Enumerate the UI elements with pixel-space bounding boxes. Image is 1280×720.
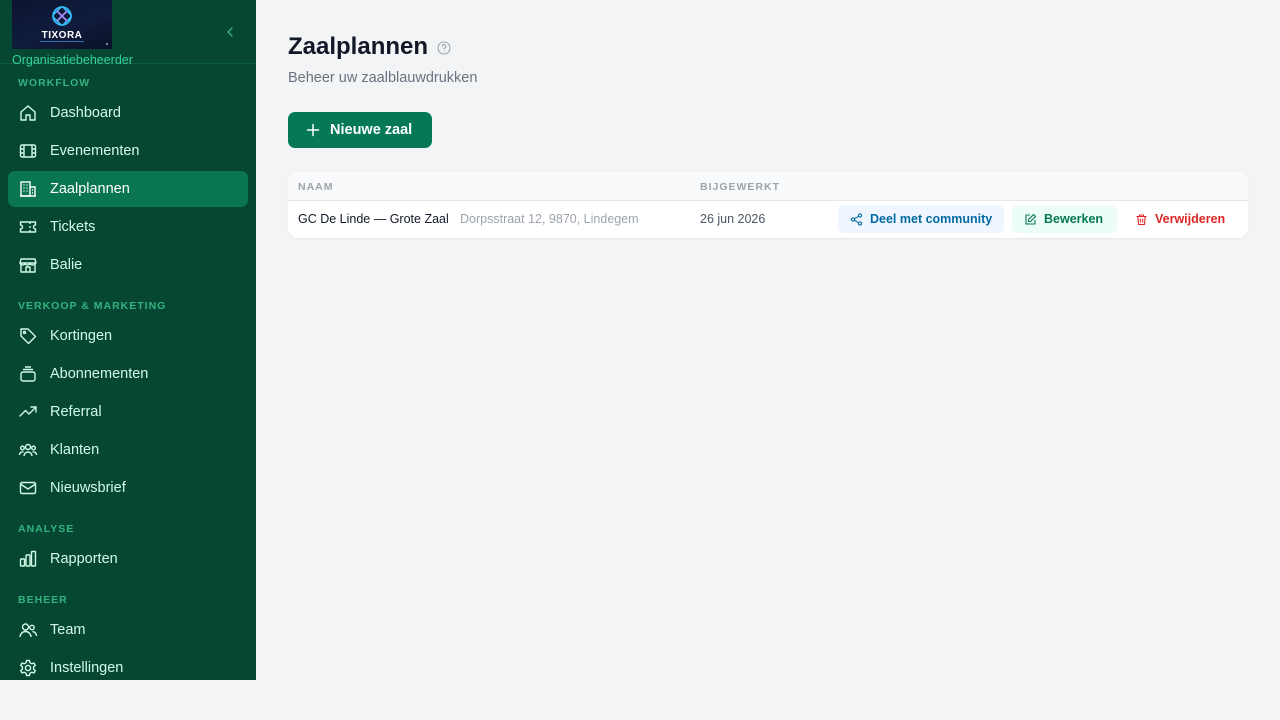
edit-icon <box>1024 213 1037 226</box>
sidebar-item-label: Rapporten <box>50 551 118 567</box>
edit-label: Bewerken <box>1044 212 1104 226</box>
sidebar-item-klanten[interactable]: Klanten <box>8 432 248 468</box>
share-community-button[interactable]: Deel met community <box>838 205 1004 233</box>
new-hall-button-label: Nieuwe zaal <box>330 122 413 138</box>
trending-up-icon <box>18 402 38 422</box>
section-label-workflow: WORKFLOW <box>18 77 91 89</box>
sidebar-item-team[interactable]: Team <box>8 612 248 648</box>
help-icon[interactable] <box>437 41 451 55</box>
updated-date: 26 jun 2026 <box>700 212 766 226</box>
page-subtitle: Beheer uw zaalblauwdrukken <box>288 70 478 86</box>
sidebar-item-zaalplannen[interactable]: Zaalplannen <box>8 171 248 207</box>
home-icon <box>18 103 38 123</box>
page-title: Zaalplannen <box>288 33 429 60</box>
sidebar-item-label: Kortingen <box>50 328 113 344</box>
sidebar-item-dashboard[interactable]: Dashboard <box>8 95 248 131</box>
chevron-left-icon <box>227 27 233 37</box>
sidebar-item-label: Evenementen <box>50 143 140 159</box>
sidebar-item-label: Referral <box>50 404 102 420</box>
tag-icon <box>18 326 38 346</box>
sidebar-item-rapporten[interactable]: Rapporten <box>8 541 248 577</box>
section-label-beheer: BEHEER <box>18 594 68 606</box>
sidebar-item-instellingen[interactable]: Instellingen <box>8 650 248 680</box>
store-icon <box>18 255 38 275</box>
delete-label: Verwijderen <box>1155 212 1226 226</box>
film-icon <box>18 141 38 161</box>
sidebar-item-label: Abonnementen <box>50 366 149 382</box>
users-icon <box>18 620 38 640</box>
table-header: NAAM BIJGEWERKT <box>288 172 1248 201</box>
ticket-icon <box>18 217 38 237</box>
role-label: Organisatiebeheerder <box>12 53 133 67</box>
sidebar-item-label: Team <box>50 622 86 638</box>
sidebar-item-balie[interactable]: Balie <box>8 247 248 283</box>
layers-icon <box>18 364 38 384</box>
users-group-icon <box>18 440 38 460</box>
share-community-label: Deel met community <box>870 212 993 226</box>
logo-text: TIXORA <box>41 30 83 41</box>
sidebar-item-tickets[interactable]: Tickets <box>8 209 248 245</box>
new-hall-button[interactable]: Nieuwe zaal <box>288 112 432 148</box>
edit-button[interactable]: Bewerken <box>1012 205 1117 233</box>
logo-emblem-icon <box>52 6 72 26</box>
column-header-name: NAAM <box>298 181 334 193</box>
delete-button[interactable]: Verwijderen <box>1125 205 1237 233</box>
bar-chart-icon <box>18 549 38 569</box>
brand-header: TIXORA Organisatiebeheerder <box>0 0 256 67</box>
sidebar-item-evenementen[interactable]: Evenementen <box>8 133 248 169</box>
main-content: Zaalplannen Beheer uw zaalblauwdrukken N… <box>256 0 1280 720</box>
mail-icon <box>18 478 38 498</box>
column-header-updated: BIJGEWERKT <box>700 181 781 193</box>
sidebar-item-label: Tickets <box>50 219 96 235</box>
sidebar-item-nieuwsbrief[interactable]: Nieuwsbrief <box>8 470 248 506</box>
building-icon <box>18 179 38 199</box>
sidebar-item-label: Nieuwsbrief <box>50 480 126 496</box>
sidebar-item-referral[interactable]: Referral <box>8 394 248 430</box>
sidebar-item-label: Balie <box>50 257 83 273</box>
section-label-analyse: ANALYSE <box>18 523 75 535</box>
hall-plans-table: NAAM BIJGEWERKT GC De Linde — Grote Zaal… <box>288 172 1248 238</box>
sidebar: TIXORA Organisatiebeheerder WORKFLOW Das… <box>0 0 256 680</box>
section-label-verkoop-marketing: VERKOOP & MARKETING <box>18 300 167 312</box>
sidebar-item-label: Zaalplannen <box>50 181 130 197</box>
sidebar-item-label: Dashboard <box>50 105 121 121</box>
gear-icon <box>18 658 38 678</box>
sidebar-item-kortingen[interactable]: Kortingen <box>8 318 248 354</box>
collapse-sidebar-button[interactable] <box>222 24 238 40</box>
table-row: GC De Linde — Grote Zaal Dorpsstraat 12,… <box>288 201 1248 238</box>
share-icon <box>850 212 863 226</box>
trash-icon <box>1135 213 1148 226</box>
sidebar-item-label: Instellingen <box>50 660 124 676</box>
hall-address: Dorpsstraat 12, 9870, Lindegem <box>460 212 639 226</box>
plus-icon <box>306 123 320 137</box>
tixora-logo[interactable]: TIXORA <box>12 0 112 49</box>
sidebar-item-abonnementen[interactable]: Abonnementen <box>8 356 248 392</box>
hall-name: GC De Linde — Grote Zaal <box>298 212 449 226</box>
sidebar-item-label: Klanten <box>50 442 100 458</box>
